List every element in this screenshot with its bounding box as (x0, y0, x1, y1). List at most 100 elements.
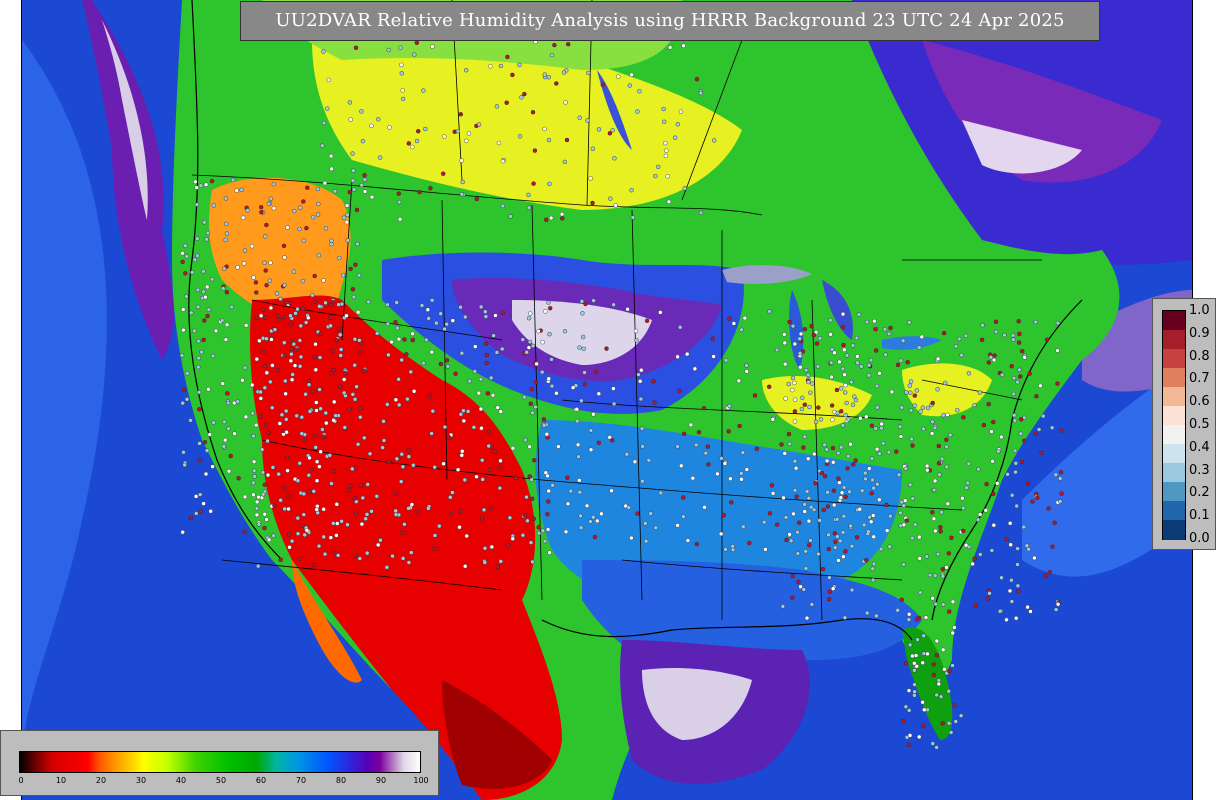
station-dot (1012, 413, 1017, 418)
station-dot (313, 445, 318, 450)
station-dot (350, 178, 356, 183)
station-dot (1019, 417, 1024, 422)
station-dot (906, 742, 911, 747)
station-dot (803, 368, 809, 373)
station-dot (399, 62, 404, 68)
station-dot (546, 488, 551, 494)
station-dot (385, 321, 391, 327)
station-dot (257, 338, 262, 343)
bottom-colorbar-tick-label: 30 (135, 776, 147, 785)
station-dot (903, 466, 908, 471)
station-dot (1050, 544, 1055, 549)
station-dot (585, 118, 590, 123)
station-dot (203, 182, 209, 187)
station-dot (219, 318, 225, 323)
station-dot (896, 472, 902, 477)
station-dot (506, 543, 511, 548)
station-dot (254, 290, 259, 295)
station-dot (399, 479, 404, 484)
station-dot (332, 399, 337, 405)
station-dot (544, 217, 549, 223)
station-dot (542, 72, 547, 77)
station-dot (910, 653, 915, 659)
station-dot (302, 437, 307, 443)
station-dot (907, 642, 913, 648)
station-dot (843, 412, 848, 418)
station-dot (609, 488, 614, 493)
station-dot (406, 454, 412, 459)
station-dot (484, 360, 489, 366)
station-dot (850, 343, 856, 348)
station-dot (886, 331, 892, 337)
station-dot (497, 485, 503, 491)
station-dot (905, 360, 910, 365)
station-dot (478, 406, 484, 412)
station-dot (199, 349, 204, 355)
station-dot (353, 45, 359, 50)
station-dot (206, 387, 211, 392)
station-dot (1011, 375, 1017, 381)
station-dot (236, 476, 241, 481)
station-dot (861, 522, 867, 528)
station-dot (397, 199, 402, 205)
station-dot (826, 597, 832, 602)
station-dot (718, 531, 724, 537)
station-dot (410, 144, 415, 150)
station-dot (350, 287, 356, 292)
station-dot (1004, 537, 1009, 542)
bottom-colorbar-tick-label: 40 (175, 776, 187, 785)
station-dot (658, 310, 663, 315)
station-dot (498, 559, 503, 564)
station-dot (251, 492, 256, 497)
station-dot (278, 498, 283, 503)
station-dot (213, 328, 219, 334)
station-dot (930, 596, 935, 601)
station-dot (999, 434, 1004, 440)
station-dot (841, 485, 847, 490)
station-dot (188, 515, 194, 521)
station-dot (798, 584, 803, 589)
station-dot (871, 513, 876, 518)
station-dot (536, 531, 542, 536)
station-dot (254, 499, 260, 505)
station-dot (925, 468, 930, 473)
station-dot (877, 371, 882, 376)
station-dot (255, 563, 261, 569)
station-dot (787, 319, 792, 325)
station-dot (812, 451, 817, 457)
station-dot (894, 449, 899, 454)
station-dot (489, 544, 494, 550)
station-dot (464, 67, 469, 73)
station-dot (517, 62, 522, 68)
station-dot (354, 207, 360, 213)
station-dot (879, 425, 884, 431)
station-dot (546, 376, 551, 381)
station-dot (397, 402, 402, 408)
station-dot (797, 351, 803, 356)
station-dot (869, 456, 875, 461)
station-dot (348, 117, 353, 122)
station-dot (786, 381, 791, 387)
station-dot (1035, 495, 1040, 500)
station-dot (328, 535, 333, 540)
station-dot (973, 603, 978, 608)
station-dot (282, 486, 288, 491)
station-dot (307, 455, 312, 461)
station-dot (204, 284, 210, 290)
station-dot (458, 509, 464, 514)
station-dot (423, 126, 428, 132)
station-dot (775, 522, 780, 527)
station-dot (559, 211, 565, 217)
station-dot (500, 310, 505, 315)
station-dot (495, 405, 500, 410)
station-dot (209, 178, 215, 184)
station-dot (992, 353, 997, 358)
station-dot (330, 299, 335, 305)
station-dot (767, 384, 772, 389)
station-dot (821, 507, 826, 513)
station-dot (588, 519, 593, 524)
station-dot (251, 480, 256, 485)
station-dot (339, 519, 344, 524)
station-dot (459, 351, 465, 356)
station-dot (193, 494, 199, 499)
